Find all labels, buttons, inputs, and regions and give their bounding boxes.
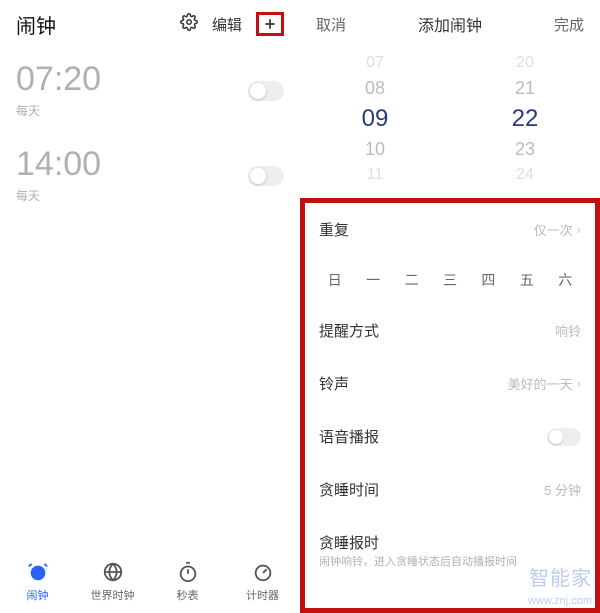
nav-label: 世界时钟 [91,587,135,603]
weekday[interactable]: 六 [550,270,581,290]
weekday[interactable]: 三 [434,270,465,290]
globe-icon [102,561,124,583]
nav-label: 计时器 [246,587,279,603]
alarm-repeat: 每天 [16,187,284,204]
nav-label: 秒表 [177,587,199,603]
modal-title: 添加闹钟 [346,12,554,36]
alarm-item[interactable]: 14:00 每天 [16,133,284,218]
alarm-repeat: 每天 [16,102,284,119]
voice-toggle[interactable] [547,428,581,446]
settings-icon[interactable] [180,13,198,36]
remind-method-row[interactable]: 提醒方式 响铃 [305,304,595,357]
chevron-right-icon: › [577,222,581,237]
alarm-list-screen: 闹钟 编辑 07:20 每天 14:00 每天 [0,0,300,613]
ringtone-row[interactable]: 铃声 美好的一天 › [305,357,595,410]
weekday[interactable]: 二 [396,270,427,290]
alarm-settings-form: 重复 仅一次 › 日 一 二 三 四 五 六 提醒方式 响铃 铃声 美好的一天 … [300,198,600,613]
nav-label: 闹钟 [27,587,49,603]
add-alarm-screen: 取消 添加闹钟 完成 07 08 09 10 11 20 21 22 23 24… [300,0,600,613]
weekday-selector[interactable]: 日 一 二 三 四 五 六 [305,256,595,304]
weekday[interactable]: 一 [357,270,388,290]
left-header: 闹钟 编辑 [0,0,300,48]
chevron-right-icon: › [577,376,581,391]
nav-world-clock[interactable]: 世界时钟 [75,551,150,613]
weekday[interactable]: 五 [511,270,542,290]
voice-broadcast-row: 语音播报 [305,410,595,463]
cancel-button[interactable]: 取消 [316,14,346,35]
alarm-list: 07:20 每天 14:00 每天 [0,48,300,218]
stopwatch-icon [177,561,199,583]
alarm-toggle[interactable] [248,166,284,186]
alarm-time: 07:20 [16,62,284,96]
done-button[interactable]: 完成 [554,14,584,35]
nav-alarm[interactable]: 闹钟 [0,551,75,613]
alarm-time: 14:00 [16,147,284,181]
timer-icon [252,561,274,583]
nav-stopwatch[interactable]: 秒表 [150,551,225,613]
alarm-toggle[interactable] [248,81,284,101]
nav-timer[interactable]: 计时器 [225,551,300,613]
time-picker[interactable]: 07 08 09 10 11 20 21 22 23 24 [300,48,600,192]
page-title: 闹钟 [16,10,180,39]
weekday[interactable]: 四 [473,270,504,290]
snooze-report-row: 贪睡报时 闹钟响铃，进入贪睡状态后自动播报时间 [305,516,595,577]
alarm-icon [27,561,49,583]
weekday[interactable]: 日 [319,270,350,290]
alarm-item[interactable]: 07:20 每天 [16,48,284,133]
hour-wheel[interactable]: 07 08 09 10 11 [362,54,389,184]
edit-button[interactable]: 编辑 [212,14,242,35]
repeat-row[interactable]: 重复 仅一次 › [305,203,595,256]
bottom-nav: 闹钟 世界时钟 秒表 计时器 [0,551,300,613]
snooze-duration-row[interactable]: 贪睡时间 5 分钟 [305,463,595,516]
add-alarm-button[interactable] [256,12,284,36]
right-header: 取消 添加闹钟 完成 [300,0,600,48]
minute-wheel[interactable]: 20 21 22 23 24 [512,54,539,184]
